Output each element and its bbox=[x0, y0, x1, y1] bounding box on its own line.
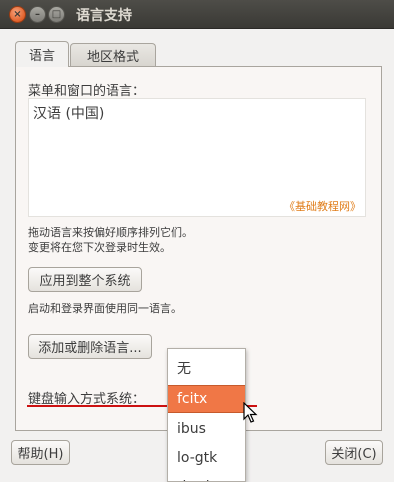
close-window-button[interactable]: × bbox=[9, 6, 26, 23]
close-icon: × bbox=[13, 8, 22, 20]
option-fcitx[interactable]: fcitx bbox=[168, 385, 245, 413]
drag-hint: 拖动语言来按偏好顺序排列它们。 bbox=[28, 226, 193, 239]
input-method-dropdown[interactable]: 无 fcitx ibus lo-gtk th..th bbox=[167, 348, 246, 482]
language-list[interactable]: 汉语 (中国) 《基础教程网》 bbox=[28, 98, 366, 217]
install-remove-languages-button[interactable]: 添加或删除语言... bbox=[28, 334, 152, 359]
mouse-cursor-icon bbox=[243, 402, 258, 423]
minimize-window-button[interactable]: – bbox=[29, 6, 46, 23]
minimize-icon: – bbox=[35, 8, 40, 20]
watermark-text: 《基础教程网》 bbox=[284, 200, 361, 213]
close-button[interactable]: 关闭(C) bbox=[325, 440, 383, 465]
title-bar: × – □ 语言支持 bbox=[0, 0, 394, 29]
relogin-hint: 变更将在您下次登录时生效。 bbox=[28, 241, 171, 254]
maximize-window-button[interactable]: □ bbox=[48, 6, 65, 23]
apply-system-wide-button[interactable]: 应用到整个系统 bbox=[28, 267, 142, 292]
help-button[interactable]: 帮助(H) bbox=[11, 440, 70, 465]
language-section-title: 菜单和窗口的语言： bbox=[28, 84, 146, 99]
login-screen-hint: 启动和登录界面使用同一语言。 bbox=[28, 302, 182, 315]
window-title: 语言支持 bbox=[76, 8, 132, 24]
option-lo-gtk[interactable]: lo-gtk bbox=[168, 444, 245, 472]
option-none[interactable]: 无 bbox=[168, 354, 245, 382]
tab-regional-formats[interactable]: 地区格式 bbox=[70, 43, 156, 66]
language-list-item[interactable]: 汉语 (中国) bbox=[33, 103, 104, 123]
tab-language[interactable]: 语言 bbox=[15, 41, 69, 67]
option-thth[interactable]: th..th bbox=[168, 473, 245, 481]
option-ibus[interactable]: ibus bbox=[168, 415, 245, 443]
maximize-icon: □ bbox=[51, 8, 62, 20]
